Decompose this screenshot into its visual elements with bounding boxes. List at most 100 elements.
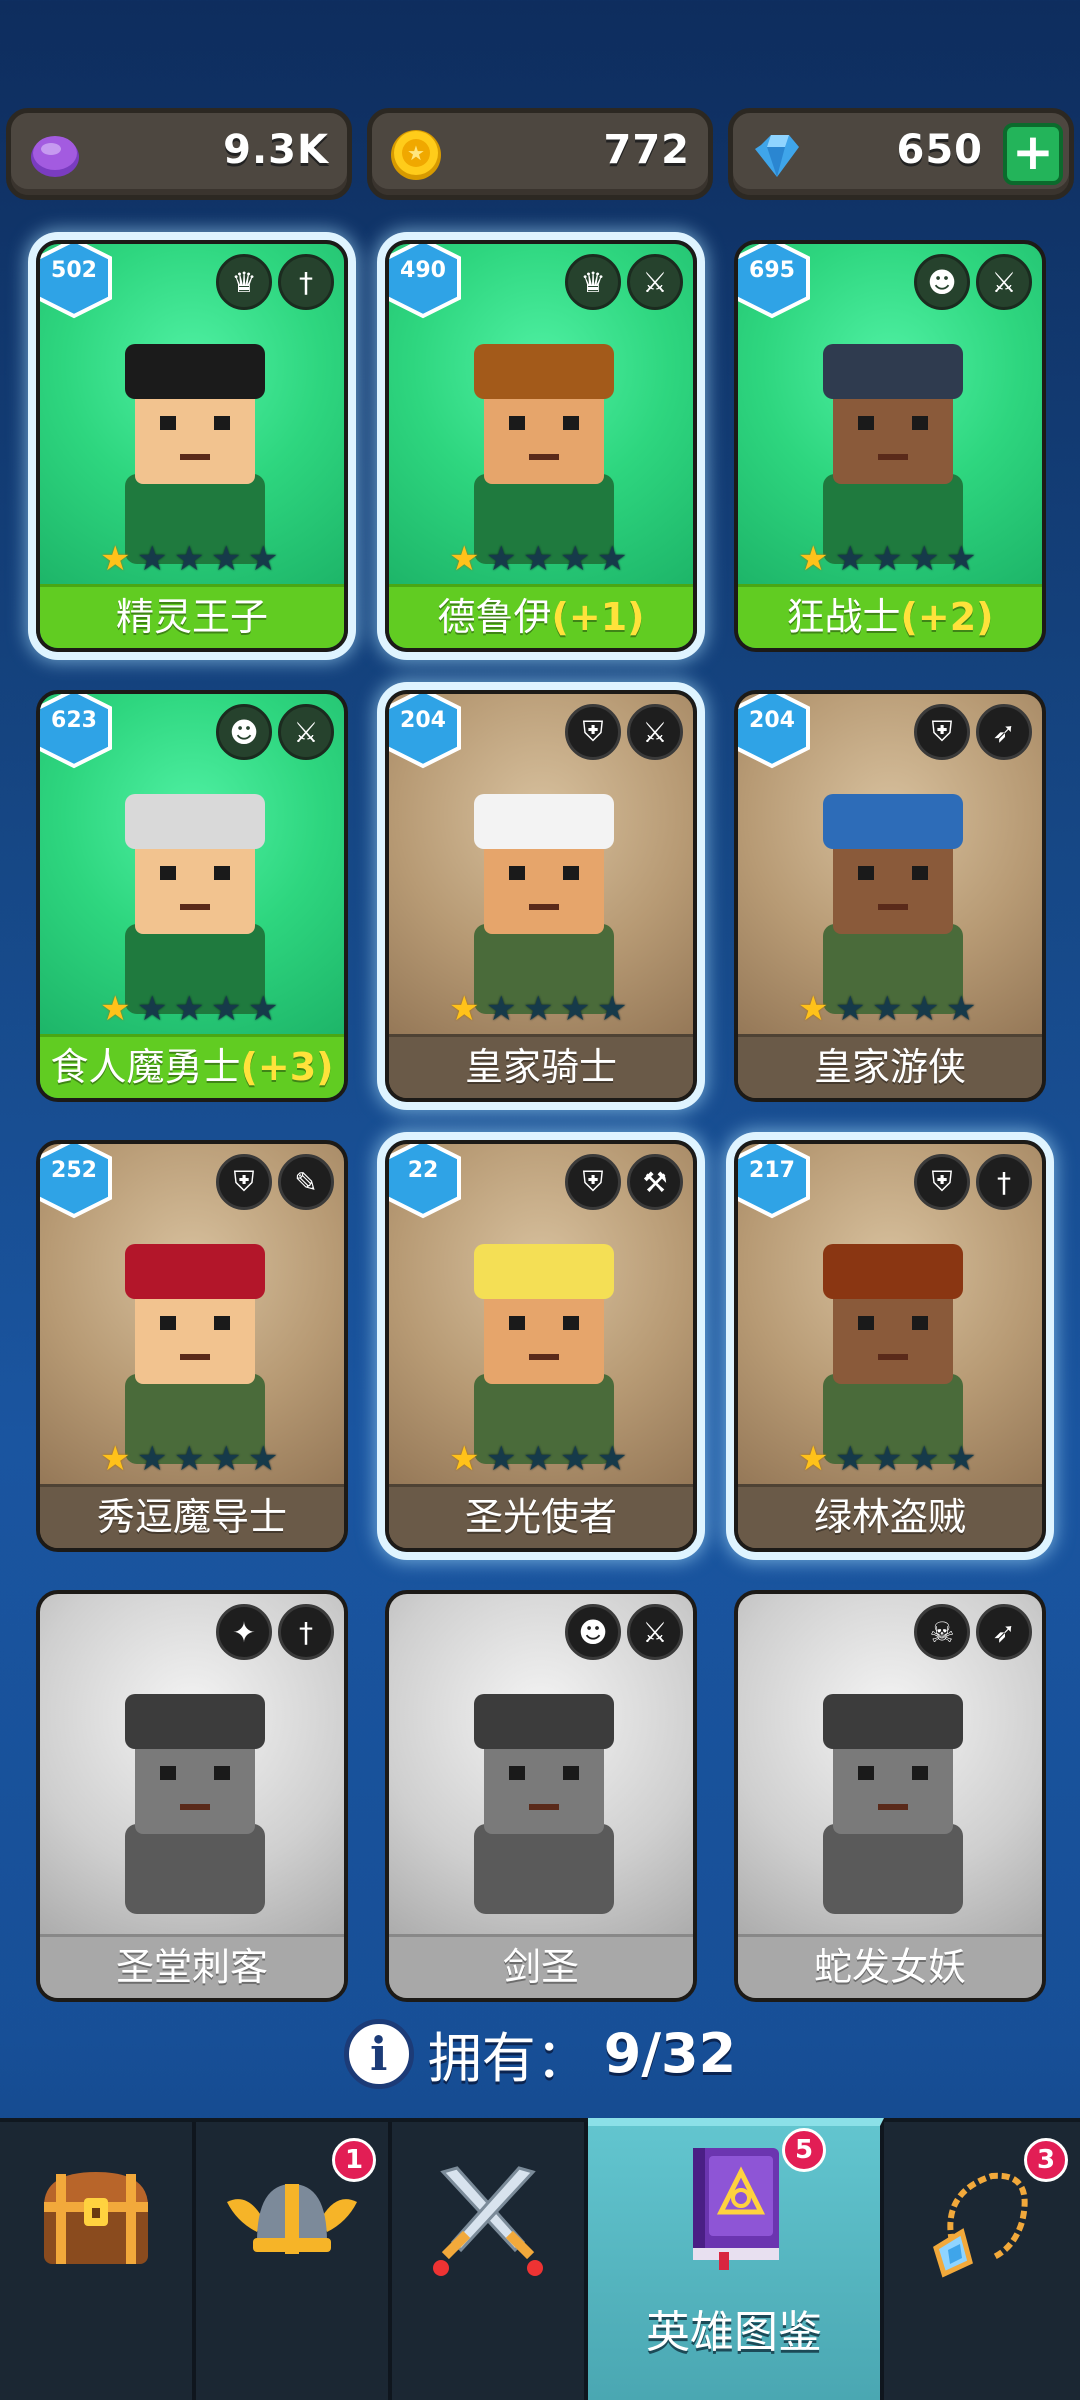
- hero-level: 623: [51, 708, 97, 733]
- hero-tags: ⛨ ⚔: [565, 704, 683, 760]
- hero-name-bar: 蛇发女妖: [738, 1934, 1042, 1998]
- hero-level: 204: [400, 708, 446, 733]
- level-badge: 502: [40, 244, 116, 320]
- hero-portrait: [474, 794, 614, 1014]
- hero-card[interactable]: 695 ★ ★ ★ ★ ★ ☻ ⚔ 狂战士(+2): [734, 240, 1046, 652]
- star-icon: ★: [835, 539, 866, 579]
- star-rating: ★ ★ ★ ★ ★: [449, 1442, 631, 1478]
- hero-card[interactable]: 252 ★ ★ ★ ★ ★ ⛨ ✎ 秀逗魔导士: [36, 1140, 348, 1552]
- bow-icon: ➶: [976, 704, 1032, 760]
- star-rating: ★ ★ ★ ★ ★: [798, 992, 980, 1028]
- gold-currency[interactable]: ★ 772: [367, 108, 713, 200]
- hero-card[interactable]: ✦ † 圣堂刺客: [36, 1590, 348, 2002]
- hero-name: 德鲁伊: [437, 595, 552, 639]
- hero-name: 狂战士: [786, 595, 901, 639]
- hero-name: 精灵王子: [115, 595, 268, 639]
- hero-tags: ⛨ ✎: [216, 1154, 334, 1210]
- star-icon: ★: [560, 1439, 591, 1479]
- star-rating: ★ ★ ★ ★ ★: [449, 542, 631, 578]
- nav-chest[interactable]: [0, 2122, 196, 2400]
- hero-level: 22: [407, 1158, 439, 1183]
- hero-name: 剑圣: [502, 1945, 579, 1989]
- sword-icon: ⚔: [627, 1604, 683, 1660]
- star-icon: ★: [946, 1439, 977, 1479]
- hero-portrait: [125, 1244, 265, 1464]
- hero-name: 皇家骑士: [464, 1045, 617, 1089]
- star-icon: ★: [909, 539, 940, 579]
- hero-card[interactable]: 623 ★ ★ ★ ★ ★ ☻ ⚔ 食人魔勇士(+3): [36, 690, 348, 1102]
- level-badge: 217: [738, 1144, 814, 1220]
- sword-icon: ⚔: [278, 704, 334, 760]
- star-icon: ★: [248, 539, 279, 579]
- nav-battle[interactable]: [392, 2122, 588, 2400]
- wand-icon: ✎: [278, 1154, 334, 1210]
- hero-card[interactable]: ☠ ➶ 蛇发女妖: [734, 1590, 1046, 2002]
- orc-race-icon: ☻: [914, 254, 970, 310]
- hero-portrait: [125, 794, 265, 1014]
- hero-level: 695: [749, 258, 795, 283]
- helmet-race-icon: ⛨: [565, 1154, 621, 1210]
- hero-name: 皇家游侠: [813, 1045, 966, 1089]
- nav-equipment[interactable]: 3: [884, 2122, 1080, 2400]
- hero-portrait: [474, 1244, 614, 1464]
- star-icon: ★: [211, 989, 242, 1029]
- star-icon: ★: [909, 1439, 940, 1479]
- hero-tags: ☻ ⚔: [216, 704, 334, 760]
- star-icon: ★: [597, 1439, 628, 1479]
- heroes-notification-badge: 1: [332, 2138, 376, 2182]
- hero-tags: ⛨ ⚒: [565, 1154, 683, 1210]
- star-icon: ★: [872, 1439, 903, 1479]
- hero-name-bar: 狂战士(+2): [738, 584, 1042, 648]
- sword-icon: ⚔: [976, 254, 1032, 310]
- owned-label: 拥有：: [427, 2027, 590, 2090]
- equipment-notification-badge: 3: [1024, 2138, 1068, 2182]
- level-badge: 252: [40, 1144, 116, 1220]
- star-icon: ★: [872, 539, 903, 579]
- star-icon: ★: [560, 989, 591, 1029]
- crossed-swords-icon: [433, 2166, 543, 2276]
- hero-card[interactable]: 22 ★ ★ ★ ★ ★ ⛨ ⚒ 圣光使者: [385, 1140, 697, 1552]
- hero-bonus: (+3): [240, 1045, 334, 1089]
- dagger-icon: †: [278, 254, 334, 310]
- level-badge: 204: [389, 694, 465, 770]
- hero-card[interactable]: 204 ★ ★ ★ ★ ★ ⛨ ➶ 皇家游侠: [734, 690, 1046, 1102]
- star-icon: ★: [248, 1439, 279, 1479]
- bottom-nav: 1 5 英雄图鉴 3: [0, 2118, 1080, 2400]
- star-icon: ★: [449, 989, 480, 1029]
- star-icon: ★: [946, 539, 977, 579]
- hero-level: 252: [51, 1158, 97, 1183]
- hero-portrait: [823, 1694, 963, 1914]
- hero-card[interactable]: 204 ★ ★ ★ ★ ★ ⛨ ⚔ 皇家骑士: [385, 690, 697, 1102]
- helmet-race-icon: ⛨: [914, 1154, 970, 1210]
- nav-heroes[interactable]: 1: [196, 2122, 392, 2400]
- nav-hero-codex[interactable]: 5 英雄图鉴: [588, 2118, 884, 2400]
- gem-currency[interactable]: 650 +: [728, 108, 1074, 200]
- star-icon: ★: [597, 539, 628, 579]
- hero-name-bar: 皇家骑士: [389, 1034, 693, 1098]
- hero-card[interactable]: ☻ ⚔ 剑圣: [385, 1590, 697, 2002]
- star-icon: ★: [523, 1439, 554, 1479]
- hero-card[interactable]: 490 ★ ★ ★ ★ ★ ♛ ⚔ 德鲁伊(+1): [385, 240, 697, 652]
- hero-card[interactable]: 217 ★ ★ ★ ★ ★ ⛨ † 绿林盗贼: [734, 1140, 1046, 1552]
- elf-race-icon: ♛: [216, 254, 272, 310]
- gem-icon: [755, 135, 799, 177]
- hero-card[interactable]: 502 ★ ★ ★ ★ ★ ♛ † 精灵王子: [36, 240, 348, 652]
- amulet-icon: [933, 2172, 1028, 2278]
- elixir-value: 9.3K: [223, 127, 329, 173]
- hero-bonus: (+2): [900, 595, 994, 639]
- hero-name-bar: 秀逗魔导士: [40, 1484, 344, 1548]
- orc-race-icon: ☻: [565, 1604, 621, 1660]
- hero-name-bar: 剑圣: [389, 1934, 693, 1998]
- star-icon: ★: [248, 989, 279, 1029]
- star-icon: ★: [560, 539, 591, 579]
- elixir-currency[interactable]: 9.3K: [6, 108, 352, 200]
- star-icon: ★: [523, 539, 554, 579]
- helmet-race-icon: ⛨: [565, 704, 621, 760]
- add-gems-button[interactable]: +: [1003, 123, 1063, 185]
- hero-name: 蛇发女妖: [813, 1945, 966, 1989]
- sword-icon: ⚔: [627, 704, 683, 760]
- hero-name-bar: 皇家游侠: [738, 1034, 1042, 1098]
- info-icon[interactable]: i: [343, 2018, 414, 2089]
- star-rating: ★ ★ ★ ★ ★: [100, 542, 282, 578]
- helmet-race-icon: ⛨: [216, 1154, 272, 1210]
